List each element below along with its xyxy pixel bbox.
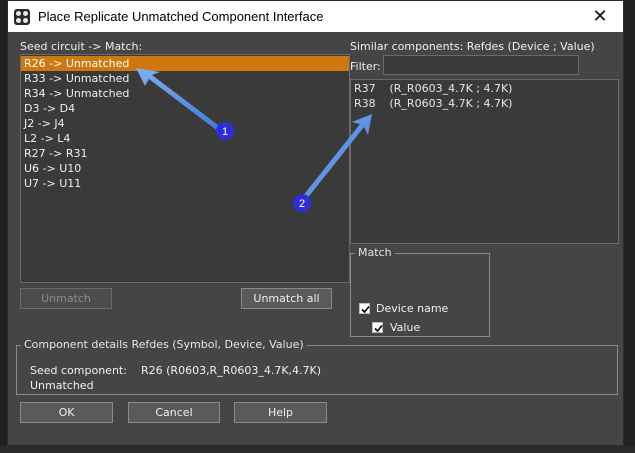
annotation-marker-2-text: 2 — [299, 198, 305, 210]
annotation-arrow-1 — [136, 68, 222, 132]
annotation-marker-1-text: 1 — [222, 126, 228, 138]
annotation-overlay: 1 2 — [136, 68, 372, 212]
annotation-arrow-2 — [302, 114, 372, 200]
